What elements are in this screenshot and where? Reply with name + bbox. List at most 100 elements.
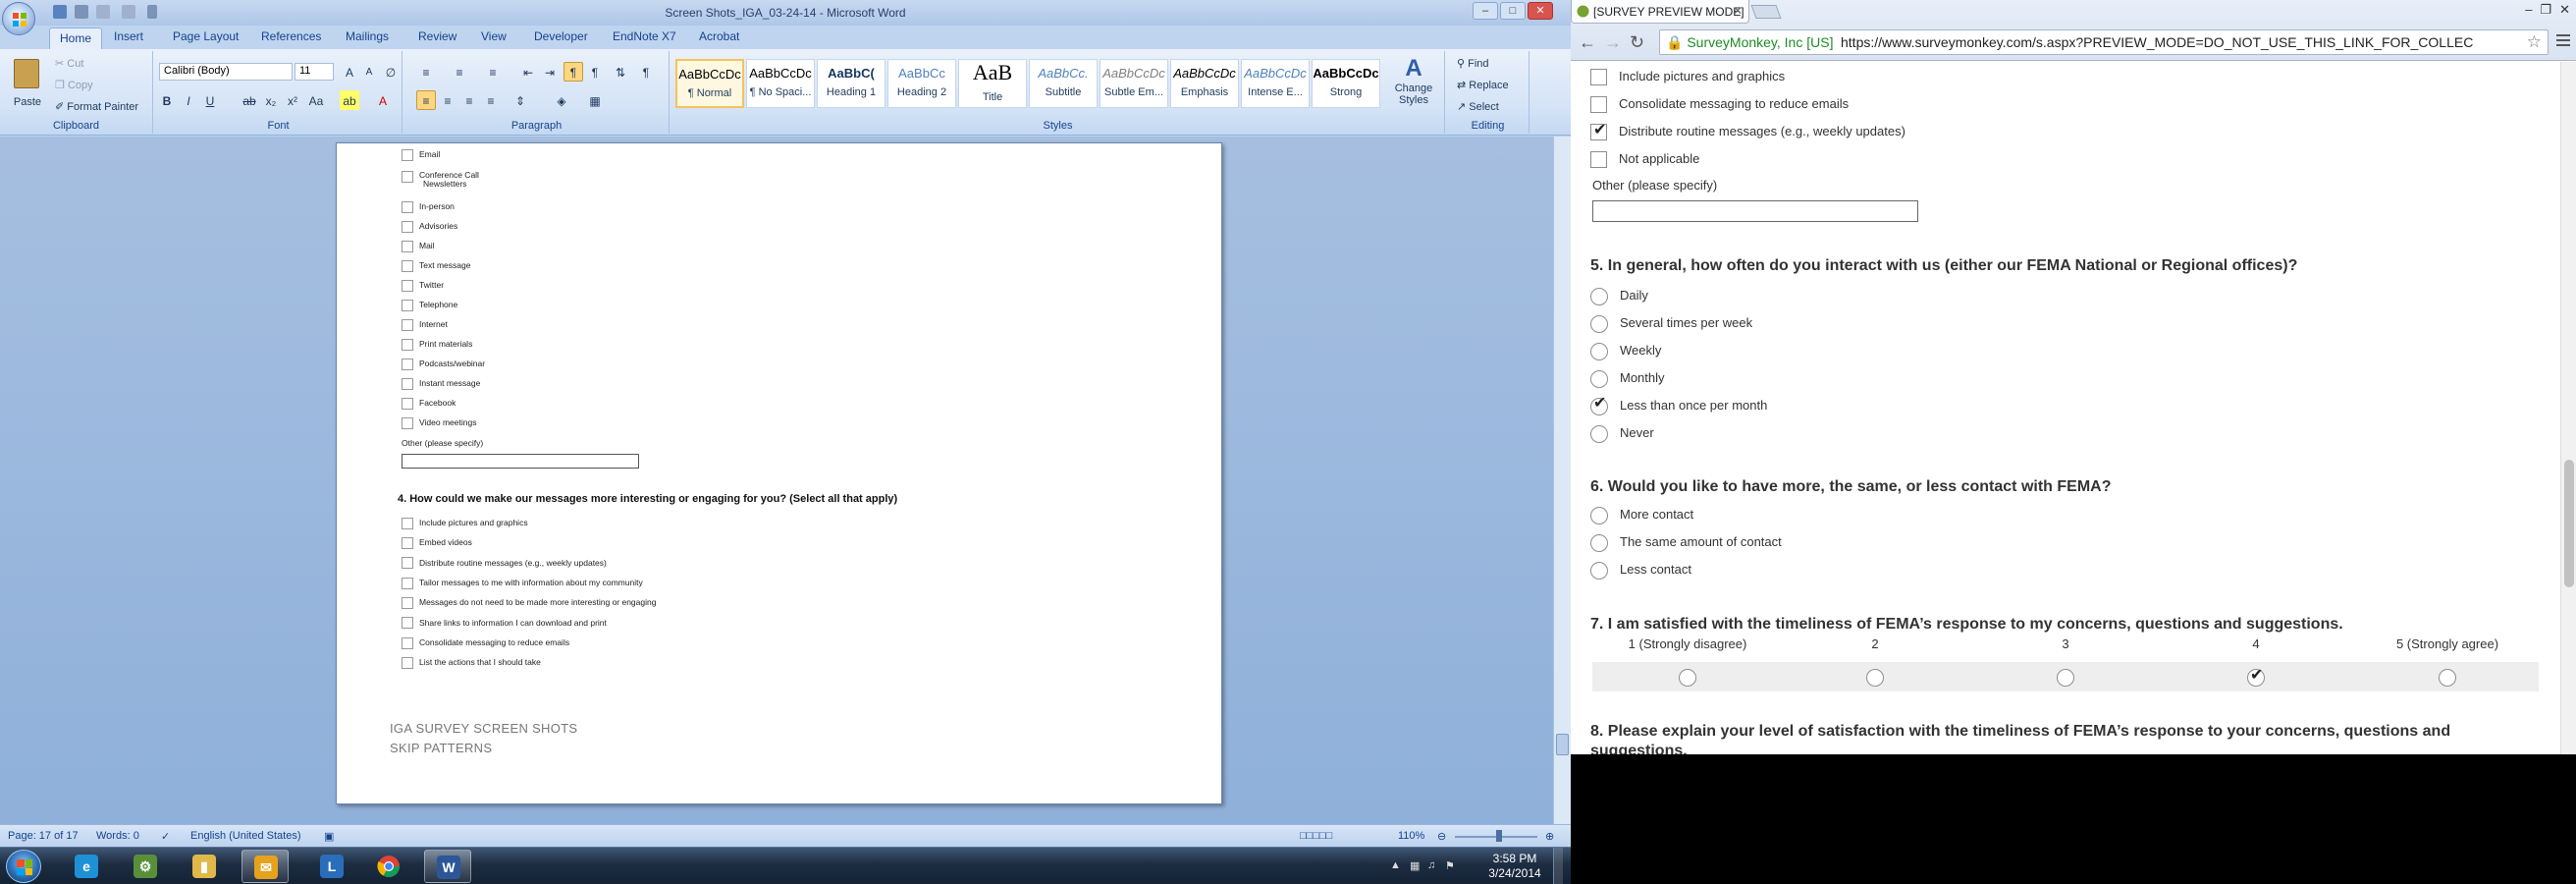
chrome-menu-icon[interactable] (2556, 34, 2570, 48)
style-tile[interactable]: AaBbCcDc Intense E... (1241, 59, 1310, 108)
checkbox[interactable] (1590, 151, 1607, 169)
change-case-icon[interactable]: Aa (306, 90, 326, 110)
checkbox[interactable] (1590, 121, 1607, 141)
language-indicator[interactable]: English (United States) (190, 830, 301, 842)
survey-checkbox-option[interactable]: Distribute routine messages (e.g., weekl… (1590, 121, 1905, 141)
chrome-icon[interactable] (365, 850, 412, 883)
radio-button[interactable] (1590, 287, 1608, 305)
font-color-icon[interactable]: A (373, 90, 393, 110)
zoom-slider-thumb[interactable] (1496, 830, 1502, 842)
bold-icon[interactable]: B (157, 90, 177, 110)
scroll-thumb[interactable] (1556, 734, 1569, 755)
justify-icon[interactable]: ≡ (481, 90, 501, 110)
borders-icon[interactable]: ▦ (585, 90, 605, 110)
line-spacing-icon[interactable]: ⇕ (510, 90, 530, 110)
align-right-icon[interactable]: ≡ (459, 90, 479, 110)
close-button[interactable]: ✕ (1528, 2, 1553, 20)
replace-button[interactable]: ⇄ Replace (1457, 79, 1509, 91)
network-icon[interactable]: ▦ (1410, 859, 1422, 872)
tab-view[interactable]: View (481, 29, 507, 43)
control-panel-icon[interactable]: ⚙ (122, 850, 169, 883)
style-tile[interactable]: AaBbCcDc Emphasis (1170, 59, 1239, 108)
clear-formatting-icon[interactable]: ∅ (381, 62, 401, 82)
action-center-icon[interactable]: ⚑ (1445, 859, 1457, 872)
ev-certificate[interactable]: 🔒 SurveyMonkey, Inc [US] (1666, 34, 1833, 51)
back-icon[interactable]: ← (1579, 32, 1596, 53)
volume-icon[interactable]: ♫ (1427, 859, 1439, 871)
survey-radio-option[interactable]: Less contact (1590, 560, 1691, 580)
survey-radio-option[interactable]: Less than once per month (1590, 394, 1767, 415)
survey-radio-option[interactable]: Never (1590, 423, 1654, 443)
checkbox[interactable] (1590, 96, 1607, 114)
browser-tab[interactable]: [SURVEY PREVIEW MODE] ✕ (1571, 0, 1749, 24)
tab-acrobat[interactable]: Acrobat (699, 29, 739, 43)
tab-references[interactable]: References (261, 29, 321, 43)
other-specify-input[interactable] (1592, 200, 1918, 222)
copy-button[interactable]: ❐ Copy (55, 79, 93, 91)
survey-checkbox-option[interactable]: Not applicable (1590, 149, 1699, 169)
radio-button[interactable] (1590, 424, 1608, 443)
survey-checkbox-option[interactable]: Consolidate messaging to reduce emails (1590, 94, 1849, 114)
style-tile[interactable]: AaBbC(Heading 1 (817, 59, 886, 108)
radio-button[interactable] (1590, 533, 1608, 552)
zoom-out-icon[interactable]: ⊖ (1437, 830, 1446, 843)
start-button[interactable] (6, 850, 41, 883)
tab-close-icon[interactable]: ✕ (1733, 4, 1743, 18)
format-painter-button[interactable]: ✐ Format Painter (55, 100, 138, 113)
rtl-icon[interactable]: ¶ (585, 62, 605, 82)
find-button[interactable]: ⚲ Find (1457, 57, 1489, 70)
radio-button[interactable] (1590, 314, 1608, 333)
scale-radio-button[interactable] (2057, 669, 2074, 687)
shading-icon[interactable]: ◈ (552, 90, 571, 110)
internet-explorer-icon[interactable]: e (63, 850, 110, 883)
radio-button[interactable] (1590, 561, 1608, 580)
font-size-select[interactable]: 11 (295, 63, 334, 81)
word-icon[interactable]: W (424, 850, 471, 883)
tab-developer[interactable]: Developer (534, 29, 588, 43)
scale-radio-button[interactable] (2247, 665, 2265, 687)
radio-button[interactable] (1590, 506, 1608, 525)
forward-icon[interactable]: → (1604, 32, 1622, 53)
style-tile[interactable]: AaBbCc Heading 2 (887, 59, 956, 108)
subscript-icon[interactable]: x₂ (261, 90, 281, 110)
tab-review[interactable]: Review (418, 29, 456, 43)
page-scroll-thumb[interactable] (2564, 460, 2574, 587)
minimize-button[interactable]: – (1473, 2, 1498, 20)
font-name-select[interactable]: Calibri (Body) (159, 63, 293, 81)
view-buttons[interactable]: □□□□□ (1300, 830, 1332, 842)
proofing-icon[interactable]: ✓ (161, 830, 170, 843)
underline-icon[interactable]: U (200, 90, 220, 110)
strikethrough-icon[interactable]: ab (240, 90, 259, 110)
zoom-level[interactable]: 110% (1398, 830, 1424, 842)
style-tile[interactable]: AaBbCcDc ¶ No Spaci... (746, 59, 815, 108)
lync-icon[interactable]: L (308, 850, 355, 883)
radio-button[interactable] (1590, 394, 1608, 415)
paste-button[interactable]: Paste (8, 57, 47, 116)
minimize-button[interactable]: – (2525, 2, 2532, 18)
italic-icon[interactable]: I (179, 90, 198, 110)
survey-checkbox-option[interactable]: Include pictures and graphics (1590, 67, 1785, 86)
increase-indent-icon[interactable]: ⇥ (540, 62, 560, 82)
align-left-icon[interactable]: ≡ (416, 90, 436, 110)
bullets-icon[interactable]: ≡ (416, 62, 436, 82)
document-page[interactable]: Email Conference Call Newsletters In-person… (336, 142, 1222, 804)
zoom-in-icon[interactable]: ⊕ (1545, 830, 1554, 843)
close-button[interactable]: ✕ (2559, 2, 2570, 18)
macro-icon[interactable]: ▣ (324, 830, 334, 843)
outlook-icon[interactable]: ✉ (242, 850, 289, 883)
superscript-icon[interactable]: x² (283, 90, 302, 110)
style-tile[interactable]: AaBbCcDc Subtle Em... (1100, 59, 1168, 108)
show-hide-icon[interactable]: ¶ (636, 62, 656, 82)
select-button[interactable]: ↗ Select (1457, 100, 1499, 113)
numbering-icon[interactable]: ≡ (450, 62, 469, 82)
radio-button[interactable] (1590, 342, 1608, 360)
cut-button[interactable]: ✂ Cut (55, 57, 83, 70)
page-count[interactable]: Page: 17 of 17 (8, 830, 79, 842)
ltr-icon[interactable]: ¶ (564, 62, 583, 82)
maximize-button[interactable]: □ (1500, 2, 1526, 20)
survey-radio-option[interactable]: Monthly (1590, 368, 1665, 388)
tab-endnote[interactable]: EndNote X7 (613, 29, 676, 43)
word-count[interactable]: Words: 0 (96, 830, 139, 842)
highlight-icon[interactable]: ab (340, 90, 359, 110)
tab-page-layout[interactable]: Page Layout (173, 29, 239, 43)
